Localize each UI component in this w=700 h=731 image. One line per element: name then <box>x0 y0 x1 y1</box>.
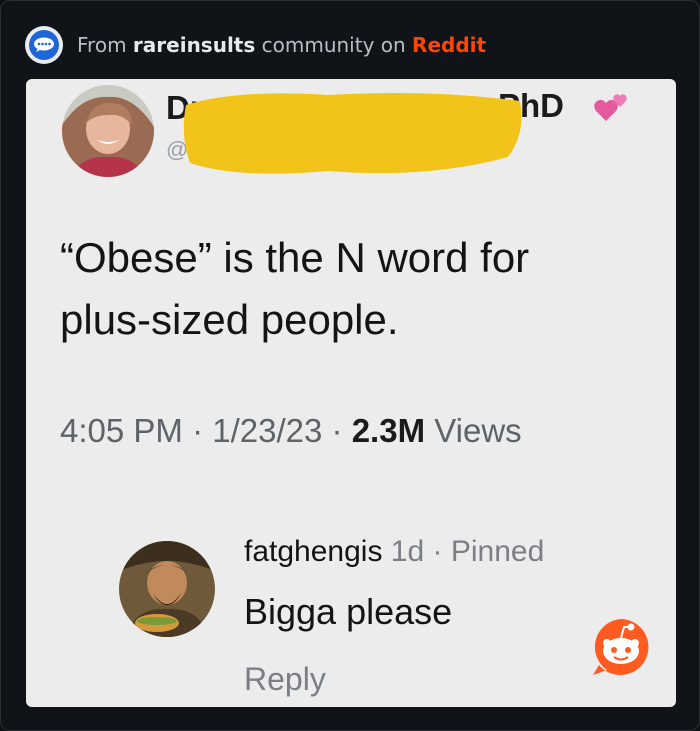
community-link[interactable]: rareinsults <box>133 33 255 57</box>
tweet-date: 1/23/23 <box>212 412 323 449</box>
tweet-text-line-1: “Obese” is the N word for <box>60 234 530 281</box>
comment-header: fatghengis 1d · Pinned <box>244 535 544 569</box>
speech-bubble-icon <box>29 30 59 60</box>
comment-separator: · <box>432 535 443 568</box>
comment-username[interactable]: fatghengis <box>244 535 382 568</box>
reply-button[interactable]: Reply <box>244 661 326 698</box>
commenter-avatar <box>119 541 215 637</box>
embed-frame: From rareinsults community on Reddit Dr.… <box>0 0 700 731</box>
two-hearts-icon <box>592 91 632 130</box>
tweet-text: “Obese” is the N word for plus-sized peo… <box>60 227 660 351</box>
meta-separator: · <box>331 412 343 449</box>
meta-separator: · <box>192 412 204 449</box>
comment-status: Pinned <box>450 535 545 568</box>
reddit-snoo-icon <box>589 615 653 679</box>
comment-age: 1d <box>390 535 425 568</box>
reddit-link[interactable]: Reddit <box>412 33 486 57</box>
header-middle: community on <box>261 33 406 57</box>
community-icon[interactable] <box>25 26 63 64</box>
post-image[interactable]: Dr. PhD @ “Obese” is the N word for plus… <box>26 79 676 707</box>
tweet-author-avatar <box>62 85 154 177</box>
header-source-text: From rareinsults community on Reddit <box>77 33 486 57</box>
tweet-views-label: Views <box>434 412 522 449</box>
header-prefix: From <box>77 33 127 57</box>
comment-text: Bigga please <box>244 591 453 632</box>
redaction-scribble <box>178 87 528 183</box>
embed-header: From rareinsults community on Reddit <box>25 26 486 64</box>
tweet-time: 4:05 PM <box>60 412 183 449</box>
tweet-text-line-2: plus-sized people. <box>60 296 399 343</box>
tweet-views-count: 2.3M <box>351 412 426 449</box>
tweet-meta: 4:05 PM · 1/23/23 · 2.3M Views <box>60 412 522 450</box>
